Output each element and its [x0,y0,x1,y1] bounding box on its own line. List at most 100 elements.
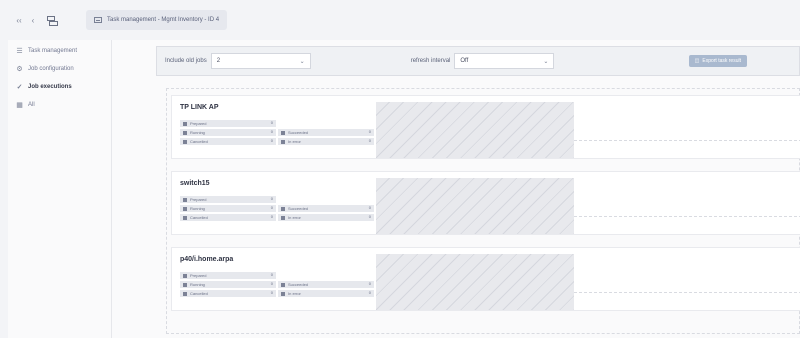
tab-task-management[interactable]: Task management - Mgmt Inventory - ID 4 [86,10,228,30]
stat-succeeded: Succeeded 0 [278,205,374,212]
stat-cancelled: Cancelled 0 [180,214,276,221]
forward-icon[interactable]: ‹ [28,14,38,26]
stat-succeeded: Succeeded 0 [278,281,374,288]
stat-running: Running 0 [180,205,276,212]
divider [574,216,800,217]
stat-value: 0 [270,205,273,210]
card-title: TP LINK AP [180,104,219,111]
stat-running: Running 0 [180,129,276,136]
stat-label: Running [190,282,205,287]
stat-label: Cancelled [190,215,208,220]
stat-value: 0 [270,120,273,125]
refresh-interval-value: Off [460,58,469,64]
stat-value: 0 [368,290,371,295]
chevron-down-icon: ⌄ [543,58,549,65]
stat-value: 0 [270,272,273,277]
include-old-jobs-select[interactable]: 2 ⌄ [210,53,311,69]
stat-value: 0 [368,281,371,286]
status-icon [183,206,187,211]
tab-label: Task management - Mgmt Inventory - ID 4 [107,17,220,23]
stat-prepared: Prepared 0 [180,120,276,127]
export-label: Export task result [702,58,741,64]
job-card: TP LINK AP Prepared 0 Running 0 Cancelled 0… [171,95,800,159]
grid-icon: ▦ [16,101,23,109]
stat-label: Running [190,130,205,135]
stat-in-error: In error 0 [278,214,374,221]
status-icon [183,282,187,287]
back-icon[interactable]: ‹‹ [14,14,24,26]
stat-label: Prepared [190,121,207,126]
stat-value: 0 [270,290,273,295]
main-content: Include old jobs 2 ⌄ refresh interval Of… [112,40,800,338]
sidebar-item-job-configuration[interactable]: ⚙ Job configuration [8,60,111,78]
stat-value: 0 [368,138,371,143]
list-icon [94,17,102,23]
job-card: p40/i.home.arpa Prepared 0 Running 0 Cance… [171,247,800,311]
stat-value: 0 [270,214,273,219]
results-panel: TP LINK AP Prepared 0 Running 0 Cancelled 0… [166,88,800,334]
stat-value: 0 [270,129,273,134]
refresh-interval-select[interactable]: Off ⌄ [454,53,555,69]
stat-label: Cancelled [190,139,208,144]
stat-label: Prepared [190,197,207,202]
stat-label: Cancelled [190,291,208,296]
check-icon: ✓ [16,83,23,91]
stat-label: Running [190,206,205,211]
status-icon [281,139,285,144]
stat-value: 0 [368,129,371,134]
status-icon [183,215,187,220]
stat-cancelled: Cancelled 0 [180,138,276,145]
sidebar: ☰ Task management ⚙ Job configuration ✓ … [8,40,112,338]
stat-in-error: In error 0 [278,138,374,145]
card-title: switch15 [180,180,210,187]
stat-value: 0 [270,281,273,286]
sidebar-item-job-executions[interactable]: ✓ Job executions [8,78,111,96]
export-icon: ◫ [694,58,700,64]
stat-cancelled: Cancelled 0 [180,290,276,297]
stat-in-error: In error 0 [278,290,374,297]
stat-running: Running 0 [180,281,276,288]
status-icon [281,206,285,211]
status-icon [183,130,187,135]
sidebar-item-task-management[interactable]: ☰ Task management [8,42,111,60]
sidebar-item-all[interactable]: ▦ All [8,96,111,114]
stat-value: 0 [270,138,273,143]
divider [574,140,800,141]
divider [574,292,800,293]
sidebar-item-label: Job configuration [28,66,74,72]
sidebar-item-label: Job executions [28,84,72,90]
stat-label: Succeeded [288,206,309,211]
status-icon [183,273,187,278]
status-icon [183,139,187,144]
stat-label: In error [288,215,301,220]
list-icon: ☰ [16,47,23,55]
chart-placeholder [376,102,574,158]
status-icon [183,197,187,202]
stat-label: Prepared [190,273,207,278]
refresh-interval-label: refresh interval [410,58,451,64]
chart-placeholder [376,178,574,234]
gear-icon: ⚙ [16,65,23,73]
stat-value: 0 [368,214,371,219]
sidebar-item-label: Task management [28,48,78,54]
chart-placeholder [376,254,574,310]
include-old-jobs-value: 2 [216,58,221,64]
card-title: p40/i.home.arpa [180,256,234,263]
status-icon [281,215,285,220]
stat-prepared: Prepared 0 [180,272,276,279]
stat-succeeded: Succeeded 0 [278,129,374,136]
stat-label: Succeeded [288,282,309,287]
status-icon [281,282,285,287]
sidebar-item-label: All [28,102,35,108]
chevron-down-icon: ⌄ [299,58,305,65]
nav-group: ‹‹ ‹ [14,14,58,26]
status-icon [183,121,187,126]
export-task-result-button[interactable]: ◫ Export task result [688,55,747,67]
stat-value: 0 [368,205,371,210]
include-old-jobs-label: Include old jobs [165,58,207,64]
stat-value: 0 [270,196,273,201]
tree-icon[interactable] [46,15,58,26]
status-icon [183,291,187,296]
stat-label: In error [288,291,301,296]
stat-prepared: Prepared 0 [180,196,276,203]
